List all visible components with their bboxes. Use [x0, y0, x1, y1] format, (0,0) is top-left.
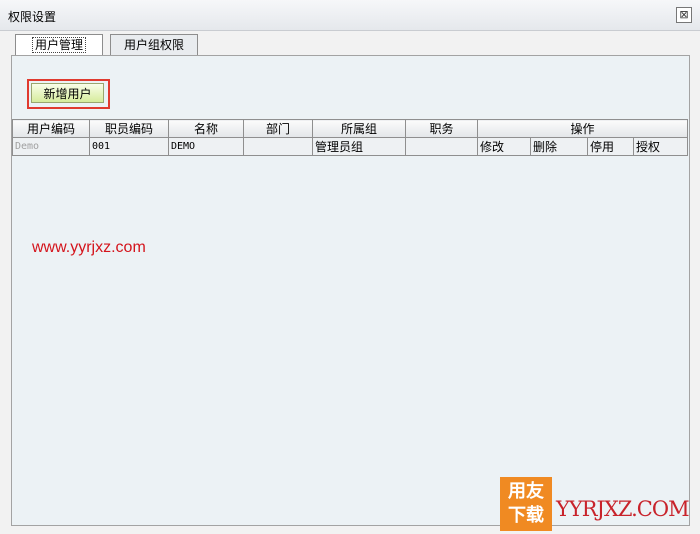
logo-badge: 用友 下载 — [500, 477, 552, 531]
logo-line1: 用友 — [508, 481, 544, 502]
watermark-url: www.yyrjxz.com — [32, 239, 146, 256]
tab-label: 用户组权限 — [123, 38, 184, 52]
tab-user-management[interactable]: 用户管理 — [15, 34, 103, 56]
column-header-actions: 操作 — [477, 119, 688, 138]
logo-brand-text: YYRJXZ.COM — [556, 497, 690, 521]
add-user-highlight: 新增用户 — [27, 79, 110, 109]
column-header-department[interactable]: 部门 — [243, 119, 313, 138]
column-header-employee-code[interactable]: 职员编码 — [89, 119, 169, 138]
watermark-logo: 用友 下载 YYRJXZ.COM — [500, 477, 698, 531]
column-header-user-code[interactable]: 用户编码 — [12, 119, 90, 138]
window-title: 权限设置 — [8, 10, 57, 24]
table-row[interactable]: Demo 001 DEMO 管理员组 修改 删除 停用 授权 — [12, 137, 688, 156]
cell-user-code: Demo — [12, 137, 90, 156]
user-table: 用户编码 职员编码 名称 部门 所属组 职务 操作 Demo 001 DEMO … — [12, 119, 689, 156]
tab-user-group-permissions[interactable]: 用户组权限 — [110, 34, 198, 55]
edit-link[interactable]: 修改 — [477, 137, 531, 156]
column-header-position[interactable]: 职务 — [405, 119, 478, 138]
cell-employee-code: 001 — [89, 137, 169, 156]
cell-position — [405, 137, 478, 156]
table-header-row: 用户编码 职员编码 名称 部门 所属组 职务 操作 — [12, 119, 688, 138]
delete-link[interactable]: 删除 — [530, 137, 588, 156]
tab-label: 用户管理 — [31, 37, 86, 53]
disable-link[interactable]: 停用 — [587, 137, 634, 156]
column-header-group[interactable]: 所属组 — [312, 119, 406, 138]
cell-department — [243, 137, 313, 156]
cell-group: 管理员组 — [312, 137, 406, 156]
cell-name: DEMO — [168, 137, 244, 156]
user-management-panel: 新增用户 用户编码 职员编码 名称 部门 所属组 职务 操作 Demo 001 … — [11, 55, 690, 526]
authorize-link[interactable]: 授权 — [633, 137, 688, 156]
close-icon[interactable]: ⊠ — [676, 7, 692, 23]
add-user-button[interactable]: 新增用户 — [31, 83, 104, 103]
logo-line2: 下载 — [508, 505, 544, 526]
column-header-name[interactable]: 名称 — [168, 119, 244, 138]
window-titlebar: 权限设置 ⊠ — [0, 0, 700, 31]
